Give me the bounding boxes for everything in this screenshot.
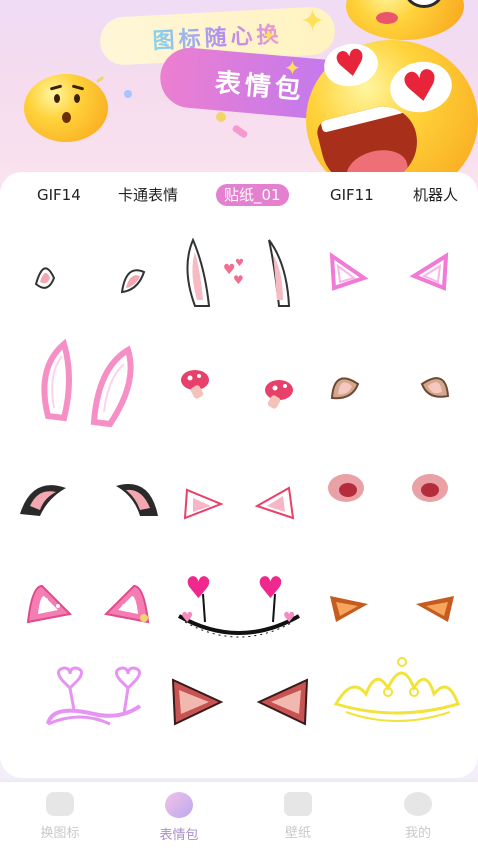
svg-text:♥: ♥ [257, 571, 284, 606]
sticker-heart-headband[interactable]: ♥ ♥ ♥ ♥ [165, 540, 313, 638]
confetti-strip [95, 75, 105, 84]
nav-item-mine[interactable]: 我的 [378, 792, 458, 841]
svg-text:♥: ♥ [283, 610, 296, 626]
svg-text:♥: ♥ [235, 258, 244, 269]
sticker-white-pink-cat-ears[interactable] [165, 436, 313, 532]
nav-label: 表情包 [159, 828, 199, 843]
emoji-face-icon [165, 792, 193, 818]
promo-banner[interactable]: 图标随心换 表情包 ✦ ✦ ✦ > ♥ ♥ [0, 0, 478, 200]
nav-label: 壁纸 [284, 826, 311, 841]
svg-text:♥: ♥ [185, 571, 212, 606]
svg-text:♥: ♥ [181, 610, 194, 626]
svg-text:♥: ♥ [233, 273, 244, 287]
nav-item-change-icons[interactable]: 换图标 [20, 792, 100, 841]
confetti-strip [231, 124, 249, 139]
sticker-fluffy-black-ears[interactable] [8, 436, 158, 532]
sparkle-icon: ✦ [300, 4, 326, 39]
sticker-panel: GIF14 卡通表情 贴纸_01 GIF11 机器人 ♥ ♥ ♥ ♥ ♥ ♥ ♥ [0, 172, 478, 778]
tab-cartoon-emoji[interactable]: 卡通表情 [118, 184, 178, 206]
nav-item-emoji-packs[interactable]: 表情包 [139, 792, 219, 843]
sticker-neon-yellow-crown[interactable] [326, 640, 474, 736]
sticker-bunny-ears-tall[interactable]: ♥ ♥ ♥ [165, 228, 313, 324]
nav-label: 换图标 [40, 826, 80, 841]
tab-gif14[interactable]: GIF14 [37, 184, 81, 206]
nav-label: 我的 [404, 826, 431, 841]
sticker-bunny-ears-small[interactable] [14, 234, 162, 330]
sparkle-icon: ✦ [262, 26, 276, 45]
category-tabs: GIF14 卡通表情 贴纸_01 GIF11 机器人 [0, 172, 478, 218]
confetti-dot [124, 90, 132, 98]
profile-face-icon [404, 792, 432, 816]
tab-gif11[interactable]: GIF11 [330, 184, 374, 206]
surprised-emoji-icon [24, 74, 108, 142]
sticker-cat-ears-tan[interactable] [318, 338, 466, 434]
home-icon [46, 792, 74, 816]
sticker-polka-dot-ears[interactable] [14, 540, 162, 636]
sticker-neon-triangle-ears[interactable] [318, 232, 466, 328]
sticker-orange-fox-ears[interactable] [318, 540, 466, 636]
nav-item-wallpaper[interactable]: 壁纸 [258, 792, 338, 841]
sticker-mushroom-hair-clips[interactable] [165, 338, 313, 434]
sticker-pink-nose-ears[interactable] [318, 436, 466, 532]
tab-sticker-01[interactable]: 贴纸_01 [216, 184, 289, 206]
image-icon [284, 792, 312, 816]
sticker-neon-pink-bunny-ears[interactable] [14, 338, 162, 434]
sparkle-icon: ✦ [284, 56, 301, 80]
winking-emoji-icon: > [346, 0, 464, 40]
tab-robot[interactable]: 机器人 [413, 184, 458, 206]
confetti-dot [216, 112, 226, 122]
sticker-devil-cat-ears[interactable] [165, 640, 313, 736]
bottom-nav: 换图标 表情包 壁纸 我的 [0, 782, 478, 850]
